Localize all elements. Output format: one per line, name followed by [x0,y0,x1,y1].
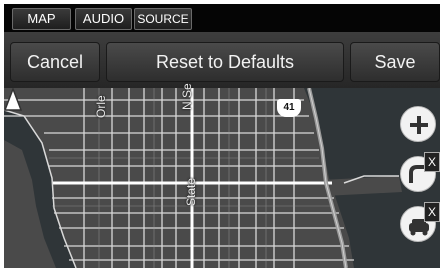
save-button[interactable]: Save [350,42,440,82]
reset-to-defaults-button[interactable]: Reset to Defaults [106,42,344,82]
route-shield: 41 [277,99,301,117]
street-label: N Se [180,83,194,110]
map-view[interactable]: Orle N Se State 41 X X [4,83,440,268]
cancel-button[interactable]: Cancel [10,42,100,82]
street-label: State [184,177,198,206]
map-graphics [4,88,440,268]
close-icon[interactable]: X [424,152,440,172]
source-tab-bar: MAP AUDIO SOURCE [4,4,440,32]
close-icon[interactable]: X [424,202,440,222]
tab-source[interactable]: SOURCE [134,8,192,30]
action-bar: Cancel Reset to Defaults Save [4,32,440,88]
tab-map[interactable]: MAP [12,8,71,30]
zoom-in-button[interactable] [400,106,436,142]
vehicle-position-icon [4,88,22,111]
street-label: Orle [94,95,108,118]
navigation-screen: MAP AUDIO SOURCE Cancel Reset to Default… [4,4,440,268]
tab-audio[interactable]: AUDIO [75,8,132,30]
